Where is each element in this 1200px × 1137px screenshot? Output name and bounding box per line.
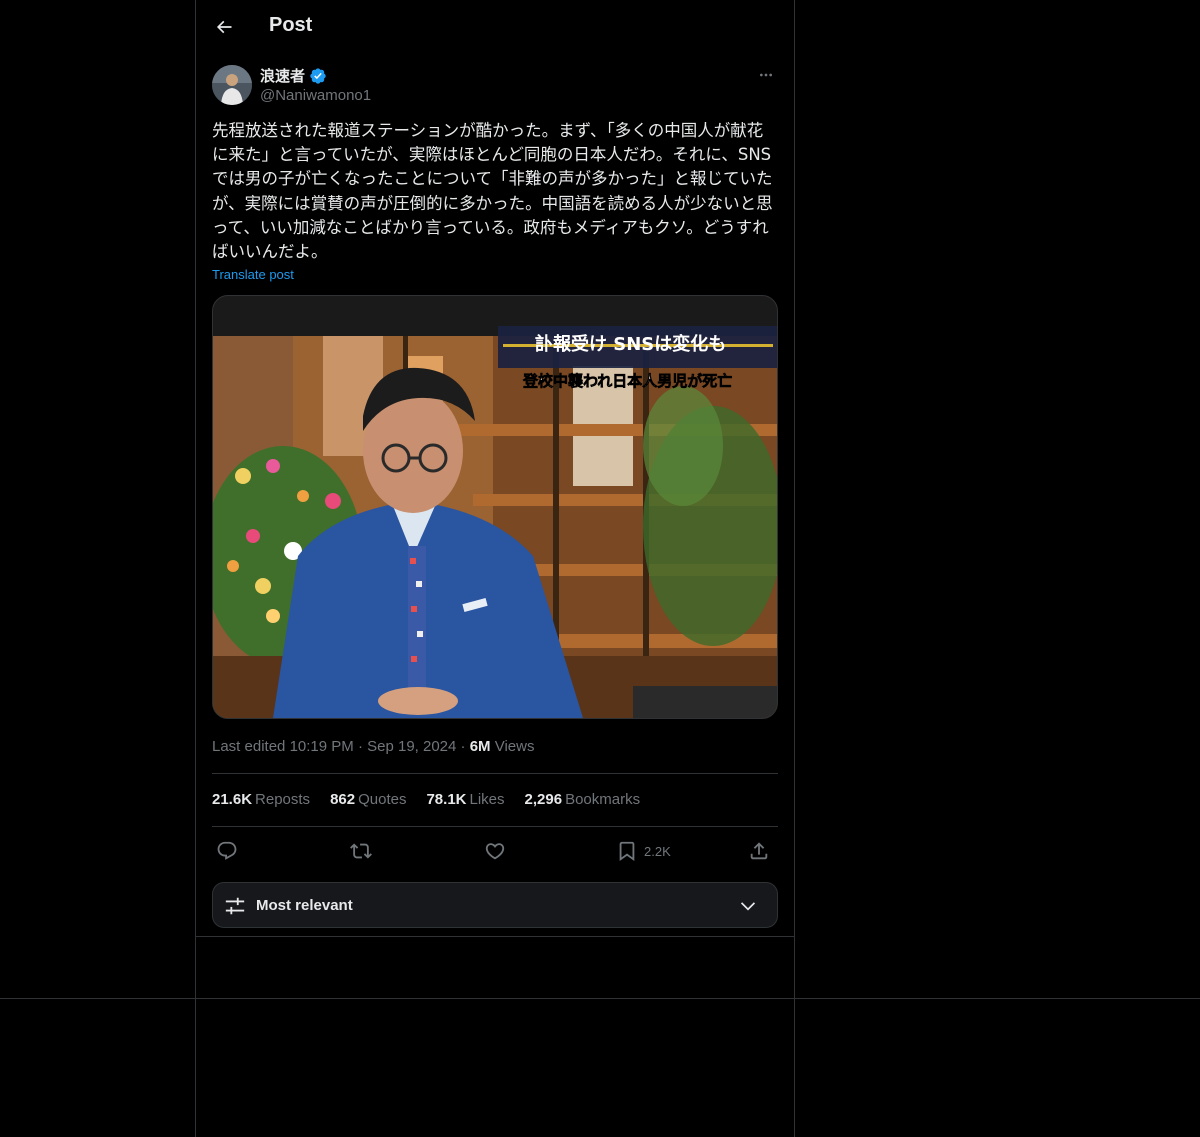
post-text: 先程放送された報道ステーションが酷かった。まず、「多くの中国人が献花に来た」と言… bbox=[212, 121, 773, 262]
arrow-left-icon bbox=[216, 20, 232, 34]
post-date[interactable]: Sep 19, 2024 bbox=[367, 738, 456, 755]
author-handle[interactable]: @Naniwamono1 bbox=[260, 87, 371, 104]
post-meta: Last edited 10:19 PM · Sep 19, 2024 · 6M… bbox=[212, 738, 534, 755]
divider bbox=[212, 826, 778, 827]
sliders-icon bbox=[225, 897, 245, 915]
share-icon bbox=[750, 842, 768, 860]
more-dots-icon bbox=[760, 73, 772, 77]
post-stats: 21.6K Reposts 862 Quotes 78.1K Likes 2,296 B… bbox=[212, 791, 640, 808]
main-column: Post 浪速者 @Naniwamono1 先程放送された報道ステーションが酷か… bbox=[195, 0, 795, 1137]
quotes-stat[interactable]: 862 Quotes bbox=[330, 791, 406, 808]
bookmark-icon bbox=[619, 841, 635, 862]
chevron-down-icon bbox=[740, 902, 756, 911]
post-actions: 2.2K bbox=[212, 836, 778, 866]
avatar[interactable] bbox=[212, 65, 252, 105]
post-time[interactable]: 10:19 PM bbox=[290, 738, 354, 755]
post-author: 浪速者 @Naniwamono1 bbox=[212, 65, 778, 107]
meta-separator: · bbox=[460, 738, 466, 755]
page-header: Post bbox=[196, 0, 794, 54]
divider bbox=[196, 936, 794, 937]
verified-badge-icon bbox=[310, 67, 326, 84]
repost-icon bbox=[350, 843, 372, 859]
repost-button[interactable] bbox=[350, 836, 372, 866]
share-button[interactable] bbox=[748, 836, 770, 866]
likes-stat[interactable]: 78.1K Likes bbox=[426, 791, 504, 808]
divider bbox=[212, 773, 778, 774]
reply-button[interactable] bbox=[216, 836, 238, 866]
back-button[interactable] bbox=[207, 10, 241, 44]
reposts-stat[interactable]: 21.6K Reposts bbox=[212, 791, 310, 808]
views-count: 6M bbox=[469, 738, 491, 755]
post-media-image[interactable]: 訃報受け SNSは変化も 登校中襲われ日本人男児が死亡 bbox=[212, 295, 778, 719]
reply-icon bbox=[217, 841, 237, 860]
display-name-row: 浪速者 bbox=[260, 65, 327, 86]
media-caption-line1: 訃報受け SNSは変化も bbox=[535, 333, 726, 355]
heart-icon bbox=[485, 843, 505, 860]
more-options-button[interactable] bbox=[754, 65, 778, 85]
sort-label: Most relevant bbox=[256, 897, 353, 914]
views-label: Views bbox=[494, 738, 535, 755]
like-button[interactable] bbox=[484, 836, 506, 866]
bookmark-button[interactable]: 2.2K bbox=[616, 836, 671, 866]
translate-post-link[interactable]: Translate post bbox=[212, 267, 294, 282]
edited-label[interactable]: Last edited bbox=[212, 738, 285, 755]
meta-separator: · bbox=[357, 738, 363, 755]
bookmark-count: 2.2K bbox=[644, 843, 671, 859]
page-title: Post bbox=[269, 14, 313, 36]
media-caption-line2: 登校中襲われ日本人男児が死亡 bbox=[522, 372, 732, 390]
bookmarks-stat[interactable]: 2,296 Bookmarks bbox=[525, 791, 641, 808]
author-display-name[interactable]: 浪速者 bbox=[260, 65, 305, 86]
replies-sort-dropdown[interactable]: Most relevant bbox=[212, 882, 778, 928]
